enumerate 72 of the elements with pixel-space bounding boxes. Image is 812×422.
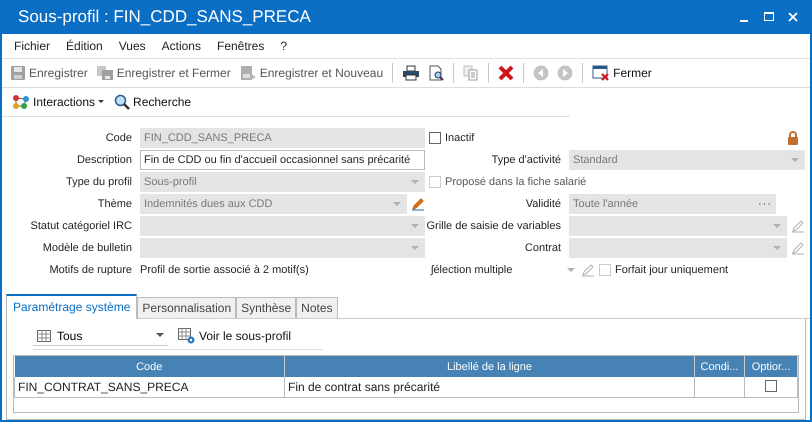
tab[interactable]: Personnalisation bbox=[137, 297, 236, 318]
menu-item[interactable]: ? bbox=[272, 39, 296, 53]
search-icon bbox=[114, 94, 130, 110]
tab[interactable]: Notes bbox=[296, 297, 338, 318]
pencil-icon[interactable] bbox=[411, 197, 425, 211]
field-label: Type du profil bbox=[64, 176, 133, 188]
ellipsis-button[interactable]: ··· bbox=[758, 198, 772, 210]
dropdown-arrow-icon[interactable] bbox=[411, 246, 419, 250]
dropdown-field[interactable]: Standard bbox=[569, 150, 805, 170]
floppy-arrow-icon bbox=[238, 65, 257, 81]
dropdown-arrow-icon[interactable] bbox=[393, 202, 401, 206]
validity-value: Toute l'année bbox=[573, 198, 640, 210]
tab[interactable]: Synthèse bbox=[236, 297, 296, 318]
dropdown-arrow-icon[interactable] bbox=[773, 224, 781, 228]
column-header[interactable]: Code bbox=[14, 356, 284, 377]
field-label: Description bbox=[76, 154, 133, 166]
table-cell: FIN_CONTRAT_SANS_PRECA bbox=[14, 377, 284, 398]
dropdown-arrow-icon[interactable] bbox=[791, 158, 799, 162]
description-field[interactable]: Fin de CDD ou fin d'accueil occasionnel sans précarité bbox=[140, 150, 425, 170]
maximize-icon[interactable] bbox=[764, 12, 774, 22]
close-window-icon bbox=[592, 65, 610, 81]
checkbox[interactable] bbox=[429, 132, 441, 144]
tab[interactable]: Paramétrage système bbox=[6, 294, 138, 319]
code-field[interactable]: FIN_CDD_SANS_PRECA bbox=[140, 128, 425, 148]
menu-item[interactable]: Fenêtres bbox=[208, 39, 272, 53]
column-header[interactable]: Condi... bbox=[694, 356, 744, 377]
caret-icon bbox=[156, 333, 164, 338]
menu-item[interactable]: Fichier bbox=[6, 39, 58, 53]
menu-item[interactable]: Actions bbox=[154, 39, 209, 53]
field-label: Validité bbox=[524, 198, 562, 210]
checkbox-label: Inactif bbox=[445, 132, 474, 144]
field-label: ʃélection multiple bbox=[429, 264, 514, 276]
grid-icon bbox=[37, 330, 51, 342]
dropdown-field[interactable] bbox=[140, 216, 425, 236]
caret-icon bbox=[98, 100, 104, 104]
column-header[interactable]: Optior... bbox=[744, 356, 798, 377]
field-label: Motifs de rupture bbox=[48, 264, 133, 276]
column-header[interactable]: Libellé de la ligne bbox=[284, 356, 694, 377]
interactions-menu[interactable]: Interactions bbox=[10, 92, 106, 112]
dropdown-arrow-icon[interactable] bbox=[773, 246, 781, 250]
search-button[interactable]: Recherche bbox=[112, 92, 194, 112]
field-value: Profil de sortie associé à 2 motif(s) bbox=[139, 264, 310, 276]
filter-dropdown[interactable]: Tous bbox=[33, 326, 168, 346]
window-title: Sous-profil : FIN_CDD_SANS_PRECA bbox=[18, 7, 312, 27]
field-label: Statut catégoriel IRC bbox=[30, 220, 133, 232]
network-icon bbox=[12, 94, 30, 110]
grid-gear-icon bbox=[178, 328, 196, 344]
field-label: Grille de saisie de variables bbox=[425, 220, 562, 232]
dropdown-field[interactable] bbox=[140, 238, 425, 258]
table-cell: Fin de contrat sans précarité bbox=[284, 377, 694, 398]
view-subprofile-button[interactable]: Voir le sous-profil bbox=[176, 326, 294, 346]
field-label: Code bbox=[104, 132, 133, 144]
field-label: Type d'activité bbox=[490, 154, 562, 166]
dropdown-arrow-icon[interactable] bbox=[411, 224, 419, 228]
menu-item[interactable]: Vues bbox=[110, 39, 154, 53]
checkbox[interactable] bbox=[765, 380, 777, 392]
checkbox-label: Forfait jour uniquement bbox=[615, 264, 728, 276]
field-label: Modèle de bulletin bbox=[42, 242, 133, 254]
floppy-stack-icon bbox=[96, 65, 114, 81]
checkbox-label: Proposé dans la fiche salarié bbox=[445, 176, 586, 188]
dropdown-arrow-icon[interactable] bbox=[411, 180, 419, 184]
menu-item[interactable]: Édition bbox=[58, 39, 111, 53]
dropdown-field[interactable] bbox=[569, 238, 787, 258]
dropdown-field[interactable] bbox=[569, 216, 787, 236]
dropdown-arrow-icon[interactable] bbox=[567, 268, 575, 272]
close-icon[interactable] bbox=[788, 12, 798, 22]
floppy-icon bbox=[10, 65, 26, 81]
dropdown-field[interactable]: Indemnités dues aux CDD bbox=[140, 194, 407, 214]
field-label: Contrat bbox=[524, 242, 562, 254]
field-label: Thème bbox=[96, 198, 133, 210]
dropdown-field[interactable]: Sous-profil bbox=[140, 172, 425, 192]
toolbar-button[interactable]: Fermer bbox=[590, 63, 654, 83]
